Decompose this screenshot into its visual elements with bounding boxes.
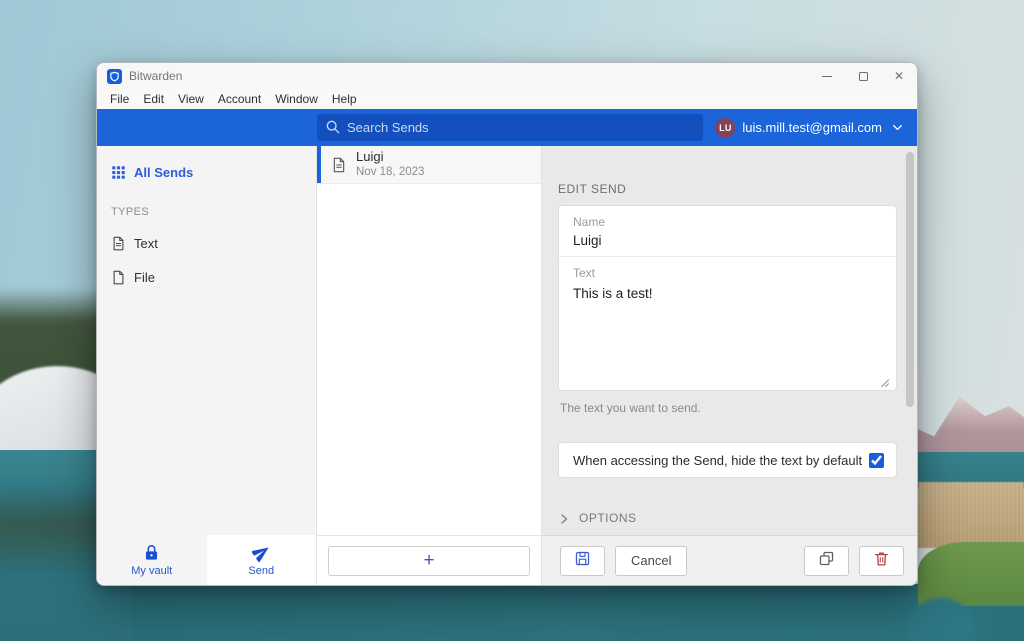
options-toggle[interactable]: OPTIONS — [558, 511, 897, 525]
search-input[interactable] — [317, 114, 703, 141]
file-text-icon — [331, 157, 347, 173]
helper-text: The text you want to send. — [560, 401, 701, 415]
checkbox-label: When accessing the Send, hide the text b… — [573, 452, 863, 468]
item-date: Nov 18, 2023 — [356, 166, 425, 179]
search-icon — [325, 119, 341, 135]
name-label: Name — [573, 215, 606, 229]
chevron-down-icon — [891, 121, 904, 134]
actions-bar: Cancel — [542, 535, 917, 585]
minimize-icon — [822, 75, 832, 77]
list-footer: + — [317, 535, 542, 585]
scrollbar-thumb[interactable] — [906, 152, 914, 407]
app-window: Bitwarden ✕ File Edit View Account Windo… — [96, 62, 918, 586]
grid-icon — [111, 165, 126, 180]
menu-item-edit[interactable]: Edit — [136, 92, 171, 106]
menubar: File Edit View Account Window Help — [97, 89, 917, 109]
name-input[interactable] — [573, 233, 882, 248]
maximize-icon — [858, 71, 868, 81]
checkbox-card: When accessing the Send, hide the text b… — [558, 442, 897, 478]
resize-handle-icon[interactable] — [880, 375, 890, 388]
menu-item-file[interactable]: File — [103, 92, 136, 106]
all-sends-label: All Sends — [134, 164, 194, 180]
paper-plane-icon — [250, 543, 271, 563]
trash-icon — [873, 550, 890, 572]
hide-text-checkbox[interactable] — [869, 452, 884, 468]
add-send-button[interactable]: + — [328, 545, 530, 576]
text-field: Text This is a test! — [559, 257, 896, 390]
name-field: Name — [559, 206, 896, 257]
lock-icon — [142, 543, 161, 562]
delete-button[interactable] — [859, 545, 904, 576]
account-menu[interactable]: LU luis.mill.test@gmail.com — [703, 117, 917, 138]
copy-button[interactable] — [804, 545, 849, 576]
sidebar: All Sends TYPES Text File — [97, 146, 317, 535]
avatar: LU — [715, 117, 736, 138]
desktop-wallpaper: Bitwarden ✕ File Edit View Account Windo… — [0, 0, 1024, 641]
sidebar-item-label: Text — [134, 235, 158, 251]
edit-send-header: EDIT SEND — [558, 182, 627, 196]
list-item-luigi[interactable]: Luigi Nov 18, 2023 — [317, 146, 541, 184]
window-title: Bitwarden — [129, 69, 183, 83]
cancel-button[interactable]: Cancel — [615, 545, 688, 576]
titlebar[interactable]: Bitwarden ✕ — [97, 63, 917, 89]
sidebar-item-label: File — [134, 269, 155, 285]
menu-item-help[interactable]: Help — [325, 92, 364, 106]
app-header: LU luis.mill.test@gmail.com — [97, 109, 917, 146]
selection-indicator — [317, 146, 321, 183]
bottom-nav: My vault Send — [97, 535, 317, 585]
detail-panel: EDIT SEND Name Text This is a test! Th — [542, 146, 917, 535]
wallpaper-water — [0, 584, 1024, 641]
plus-label: + — [423, 550, 435, 571]
menu-item-window[interactable]: Window — [268, 92, 325, 106]
file-icon — [111, 270, 126, 285]
types-header: TYPES — [111, 206, 150, 218]
minimize-button[interactable] — [809, 63, 845, 89]
nav-tab-label: Send — [248, 565, 275, 577]
copy-icon — [818, 550, 835, 572]
nav-tab-my-vault[interactable]: My vault — [97, 535, 207, 585]
nav-tab-label: My vault — [131, 565, 173, 577]
wallpaper-wheat-field — [918, 482, 1024, 548]
menu-item-view[interactable]: View — [171, 92, 211, 106]
chevron-right-icon — [558, 512, 570, 524]
options-label: OPTIONS — [579, 511, 637, 525]
maximize-button[interactable] — [845, 63, 881, 89]
account-email: luis.mill.test@gmail.com — [742, 120, 882, 135]
bitwarden-logo-icon — [107, 68, 122, 84]
save-icon — [574, 550, 591, 572]
close-button[interactable]: ✕ — [881, 63, 917, 89]
form-card: Name Text This is a test! — [558, 205, 897, 391]
item-title: Luigi — [356, 149, 384, 165]
text-label: Text — [573, 266, 596, 280]
send-list: Luigi Nov 18, 2023 — [317, 146, 542, 535]
search-box — [317, 114, 703, 141]
save-button[interactable] — [560, 545, 605, 576]
file-text-icon — [111, 236, 126, 251]
sidebar-item-text[interactable]: Text — [111, 234, 316, 252]
menu-item-account[interactable]: Account — [211, 92, 268, 106]
close-icon: ✕ — [893, 69, 905, 83]
sidebar-item-all-sends[interactable]: All Sends — [111, 160, 316, 184]
text-input[interactable]: This is a test! — [573, 286, 882, 382]
wallpaper-grass — [918, 542, 1024, 606]
sidebar-item-file[interactable]: File — [111, 268, 316, 286]
nav-tab-send[interactable]: Send — [206, 535, 316, 585]
cancel-label: Cancel — [631, 553, 672, 568]
